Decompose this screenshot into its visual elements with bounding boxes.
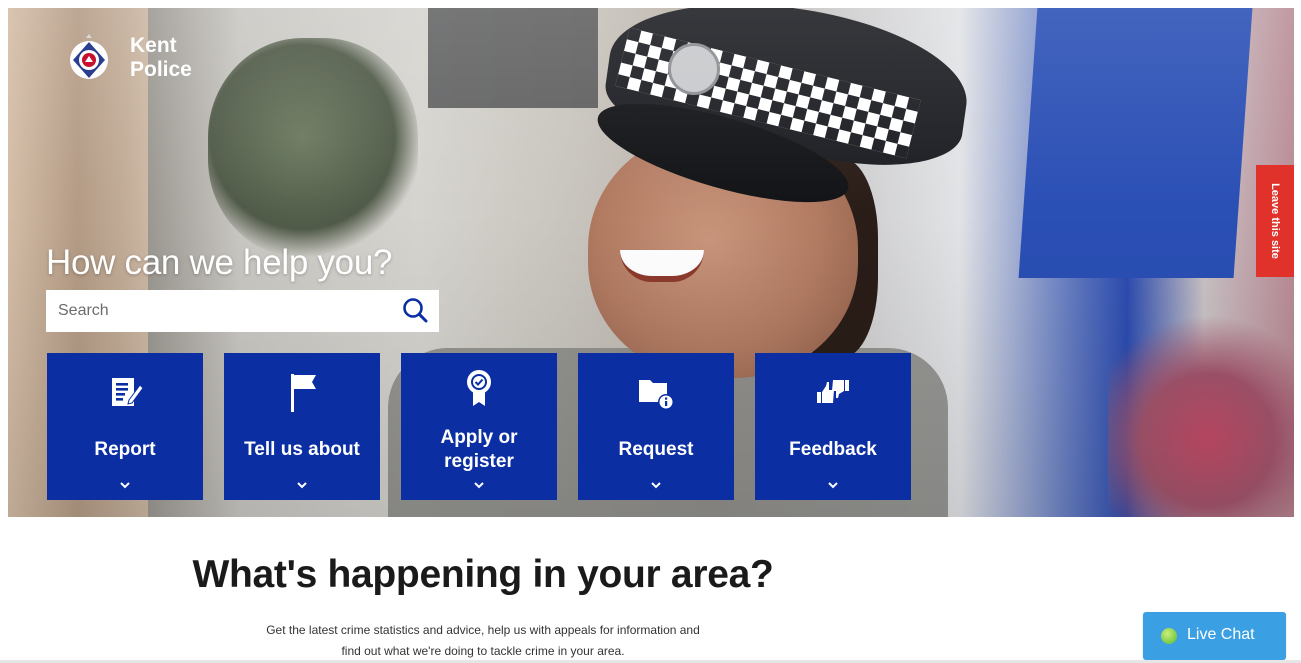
- chevron-down-icon: [401, 480, 557, 494]
- tile-apply-or-register-label: Apply or register: [440, 427, 518, 472]
- live-chat-label: Live Chat: [1187, 626, 1255, 643]
- tile-tell-us-about-label: Tell us about: [244, 439, 360, 460]
- search-input[interactable]: [46, 290, 388, 332]
- chevron-down-icon: [224, 480, 380, 494]
- search-icon: [399, 298, 433, 330]
- chevron-down-icon: [578, 480, 734, 494]
- chat-status-icon: [1161, 628, 1177, 644]
- report-form-icon: [47, 371, 203, 413]
- tile-request[interactable]: Request: [578, 353, 734, 500]
- search-button[interactable]: [399, 295, 433, 327]
- area-description-line1: Get the latest crime statistics and advi…: [266, 623, 700, 637]
- flag-icon: [224, 371, 380, 413]
- chevron-down-icon: [47, 480, 203, 494]
- tile-apply-or-register[interactable]: Apply or register: [401, 353, 557, 500]
- tile-request-label: Request: [618, 439, 694, 460]
- tile-feedback-label: Feedback: [789, 439, 877, 460]
- kent-police-crest-icon: [68, 32, 110, 84]
- hero-headline: How can we help you?: [46, 243, 393, 282]
- page: Kent Police Leave this site How can we h…: [0, 0, 1301, 663]
- folder-info-icon: [578, 371, 734, 413]
- search-box: [46, 290, 439, 332]
- leave-this-site-label: Leave this site: [1269, 183, 1281, 259]
- brand-name-line1: Kent: [130, 34, 177, 57]
- area-description-line2: find out what we're doing to tackle crim…: [341, 644, 625, 658]
- live-chat-button[interactable]: Live Chat: [1143, 612, 1286, 660]
- tile-feedback[interactable]: Feedback: [755, 353, 911, 500]
- brand-name-line2: Police: [130, 58, 192, 81]
- chevron-down-icon: [755, 480, 911, 494]
- award-rosette-icon: [401, 367, 557, 409]
- thumbs-up-down-icon: [755, 371, 911, 413]
- tile-report[interactable]: Report: [47, 353, 203, 500]
- tile-tell-us-about[interactable]: Tell us about: [224, 353, 380, 500]
- tile-report-label: Report: [94, 439, 156, 460]
- kent-police-logo-link[interactable]: Kent Police: [68, 32, 192, 84]
- area-section-description: Get the latest crime statistics and advi…: [0, 620, 966, 662]
- area-section-title: What's happening in your area?: [192, 553, 774, 596]
- leave-this-site-button[interactable]: Leave this site: [1256, 165, 1294, 277]
